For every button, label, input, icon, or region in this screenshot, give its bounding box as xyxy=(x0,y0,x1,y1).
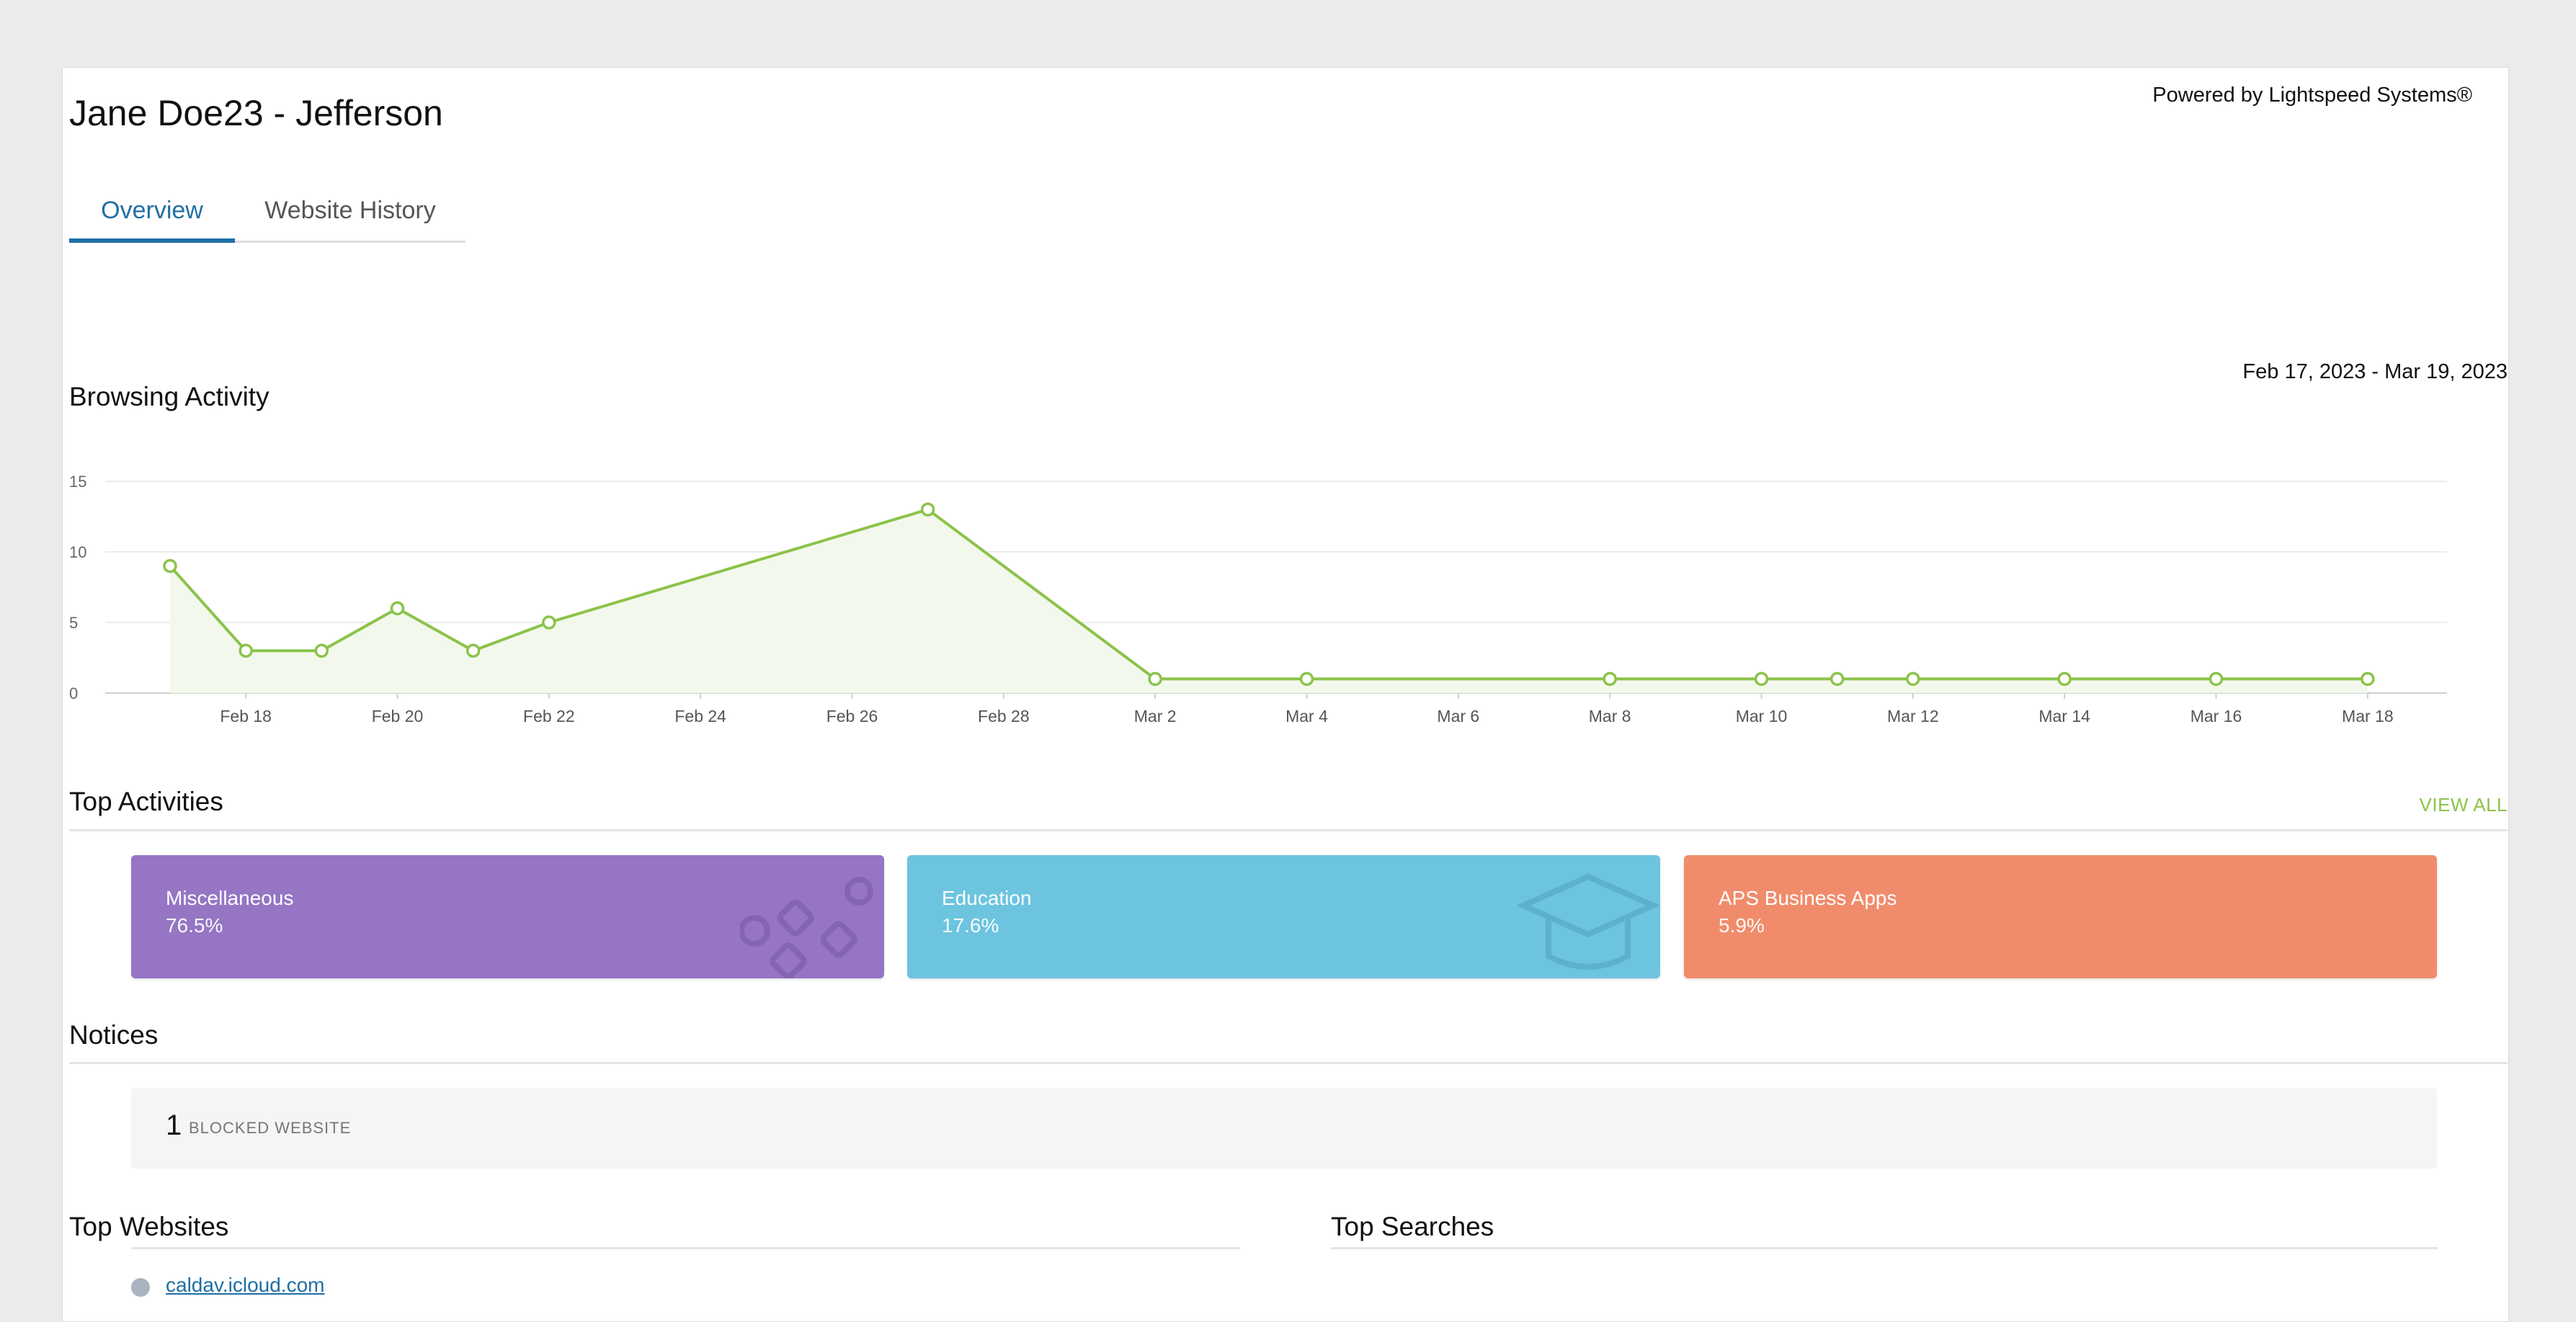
powered-by-label: Powered by Lightspeed Systems® xyxy=(2152,84,2472,107)
x-tick-label: Mar 4 xyxy=(1285,707,1328,725)
activity-tile-name: APS Business Apps xyxy=(1719,887,1897,909)
x-tick-label: Mar 6 xyxy=(1437,707,1479,725)
tab-website-history[interactable]: Website History xyxy=(235,190,465,241)
top-searches-heading: Top Searches xyxy=(1331,1212,1494,1241)
date-range-picker[interactable]: Feb 17, 2023 - Mar 19, 2023 xyxy=(2242,360,2508,384)
notice-label: BLOCKED WEBSITE xyxy=(189,1119,352,1137)
notices-heading: Notices xyxy=(69,1020,159,1050)
data-point xyxy=(1830,671,1845,687)
data-point xyxy=(542,615,556,630)
page-title: Jane Doe23 - Jefferson xyxy=(69,93,443,133)
x-tick-label: Mar 14 xyxy=(2038,707,2090,725)
data-point xyxy=(1754,671,1769,687)
activity-tile-miscellaneous[interactable]: Miscellaneous 76.5% xyxy=(131,855,884,978)
shapes-icon xyxy=(740,877,873,978)
x-tick-label: Mar 18 xyxy=(2342,707,2394,725)
x-tick-label: Mar 8 xyxy=(1589,707,1631,725)
notices-divider xyxy=(69,1062,2508,1064)
activity-tile-percent: 76.5% xyxy=(166,914,223,937)
globe-icon xyxy=(131,1278,150,1297)
data-point xyxy=(2209,671,2224,687)
y-tick-label: 10 xyxy=(69,543,86,561)
tab-overview[interactable]: Overview xyxy=(69,190,235,243)
x-tick-label: Mar 12 xyxy=(1887,707,1939,725)
y-tick-label: 15 xyxy=(69,473,86,491)
x-tick-label: Feb 18 xyxy=(220,707,272,725)
data-point xyxy=(1299,671,1314,687)
series-area xyxy=(170,509,2368,693)
top-website-link[interactable]: caldav.icloud.com xyxy=(166,1274,324,1297)
browsing-activity-chart-svg: 0 5 10 15 Feb 18 Feb 20 Feb 22 Feb 24 Feb 26 Feb … xyxy=(69,473,2447,725)
top-websites-divider xyxy=(131,1247,1239,1249)
x-tick-label: Feb 20 xyxy=(372,707,424,725)
activity-tile-percent: 17.6% xyxy=(942,914,999,937)
notice-count: 1 xyxy=(166,1109,182,1141)
data-point xyxy=(163,558,177,573)
notice-blocked-website[interactable]: 1 BLOCKED WEBSITE xyxy=(131,1088,2437,1169)
browsing-activity-chart: 0 5 10 15 Feb 18 Feb 20 Feb 22 Feb 24 Feb 26 Feb … xyxy=(69,447,2447,749)
view-all-link[interactable]: VIEW ALL xyxy=(2420,794,2508,816)
y-tick-label: 0 xyxy=(69,684,78,702)
top-searches-divider xyxy=(1331,1247,2438,1249)
tab-bar: Overview Website History xyxy=(69,190,465,243)
x-tick-label: Mar 16 xyxy=(2191,707,2242,725)
data-point xyxy=(314,643,329,658)
y-tick-label: 5 xyxy=(69,614,78,632)
data-point xyxy=(1603,671,1617,687)
data-point xyxy=(465,643,481,658)
x-tick-label: Mar 10 xyxy=(1736,707,1788,725)
activity-tile-education[interactable]: Education 17.6% xyxy=(907,855,1660,978)
data-point xyxy=(2361,671,2375,687)
x-tick-label: Feb 22 xyxy=(523,707,575,725)
activity-tile-aps-business-apps[interactable]: APS Business Apps 5.9% xyxy=(1684,855,2437,978)
graduation-cap-icon xyxy=(1516,873,1660,970)
top-websites-heading: Top Websites xyxy=(69,1212,229,1241)
activity-tile-name: Education xyxy=(942,887,1032,909)
data-point xyxy=(2057,671,2072,687)
data-point xyxy=(920,502,935,517)
x-tick-label: Feb 26 xyxy=(826,707,878,725)
browsing-activity-heading: Browsing Activity xyxy=(69,382,269,411)
data-point xyxy=(390,601,405,616)
activity-tile-name: Miscellaneous xyxy=(166,887,294,909)
top-activities-heading: Top Activities xyxy=(69,787,223,816)
x-tick-label: Mar 2 xyxy=(1134,707,1177,725)
x-tick-label: Feb 28 xyxy=(978,707,1030,725)
x-tick-label: Feb 24 xyxy=(674,707,726,725)
activity-tile-percent: 5.9% xyxy=(1719,914,1765,937)
data-point xyxy=(239,643,253,658)
data-point xyxy=(1906,671,1920,687)
data-point xyxy=(1148,671,1162,687)
top-activities-divider xyxy=(69,829,2508,831)
